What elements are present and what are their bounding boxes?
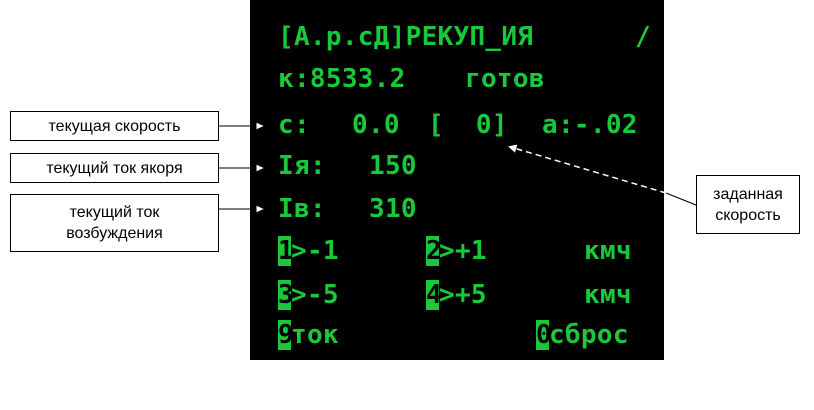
callout-arrows bbox=[219, 0, 697, 360]
set-speed-arrow bbox=[507, 146, 667, 194]
set-speed-line bbox=[665, 192, 697, 206]
